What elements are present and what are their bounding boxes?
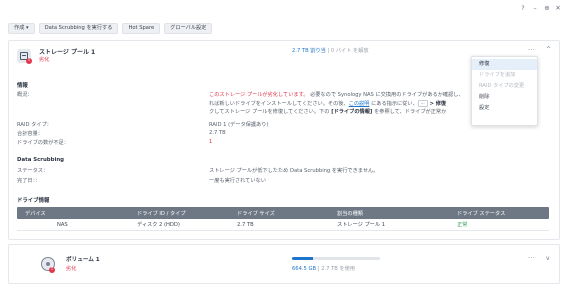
- toolbar: 作成 ▾ Data Scrubbing を実行する Hot Spare グローバ…: [8, 23, 213, 35]
- pin-icon[interactable]: ⊕: [542, 3, 552, 13]
- health-label: 概況：: [17, 92, 33, 98]
- pool-context-menu: 修復 ドライブを追加 RAID タイプの変更 削除 設定: [471, 56, 538, 126]
- drive-table: デバイス ドライブ ID / タイプ ドライブ サイズ 割当の種類 ドライブ ス…: [17, 207, 549, 231]
- drive-table-header: デバイス ドライブ ID / タイプ ドライブ サイズ 割当の種類 ドライブ ス…: [17, 207, 549, 219]
- capacity-value: 2.7 TB: [209, 130, 226, 136]
- error-badge-icon: !: [26, 58, 32, 64]
- volume-usage-used: 664.5 GB: [292, 266, 317, 272]
- hot-spare-button[interactable]: Hot Spare: [122, 23, 161, 34]
- raid-type-label: RAID タイプ：: [17, 122, 52, 128]
- info-section-title: 情報: [17, 83, 28, 89]
- menu-item-add-drive: ドライブを追加: [479, 72, 516, 78]
- volume-more-options-icon[interactable]: ···: [528, 255, 535, 262]
- help-link[interactable]: この説明: [349, 101, 370, 107]
- window-titlebar: ? – ⊕ ✕: [0, 0, 565, 16]
- missing-drives-value: 1: [209, 139, 213, 145]
- close-icon[interactable]: ✕: [553, 3, 563, 13]
- column-header-status[interactable]: ドライブ ステータス: [447, 210, 549, 217]
- table-row[interactable]: NAS ディスク 2 (HDD) 2.7 TB ストレージ プール 1 正常: [17, 219, 549, 231]
- create-button[interactable]: 作成 ▾: [8, 23, 35, 34]
- cell-drive-id: ディスク 2 (HDD): [137, 222, 180, 228]
- column-header-size[interactable]: ドライブ サイズ: [227, 210, 327, 217]
- missing-drives-label: ドライブの数が不足：: [17, 140, 69, 146]
- volume-name: ボリューム 1: [66, 257, 100, 263]
- raid-type-value: RAID 1 (データ保護あり): [209, 122, 269, 128]
- pool-usage-rest: | 0 バイト を解放: [325, 48, 369, 54]
- run-scrubbing-button[interactable]: Data Scrubbing を実行する: [38, 23, 119, 34]
- completed-label: 完了日：：: [17, 178, 41, 184]
- menu-item-repair[interactable]: 修復: [472, 59, 537, 70]
- more-icon-ref: ···: [417, 99, 428, 107]
- column-header-allocation[interactable]: 割当の種類: [327, 210, 447, 217]
- column-header-drive-id[interactable]: ドライブ ID / タイプ: [127, 210, 227, 217]
- column-header-device[interactable]: デバイス: [17, 210, 127, 217]
- volume-usage-rest: | 2.7 TB を使用: [316, 266, 355, 272]
- cell-device: NAS: [57, 221, 68, 228]
- capacity-label: 合計容量：: [17, 131, 43, 137]
- minimize-icon[interactable]: –: [530, 3, 540, 13]
- chevron-down-icon[interactable]: v: [546, 255, 550, 262]
- volume-status: 劣化: [66, 266, 77, 272]
- scrubbing-status-value: ストレージ プールが低下したため Data Scrubbing を実行できません…: [209, 168, 379, 174]
- cell-allocation: ストレージ プール 1: [337, 222, 385, 228]
- question-icon[interactable]: ?: [518, 3, 528, 13]
- more-options-icon[interactable]: ···: [528, 47, 535, 54]
- pool-name: ストレージ プール 1: [39, 49, 96, 56]
- global-settings-button[interactable]: グローバル設定: [164, 23, 213, 34]
- cell-size: 2.7 TB: [237, 221, 254, 228]
- menu-item-settings[interactable]: 設定: [472, 103, 537, 114]
- volume-usage-bar-fill: [292, 257, 314, 260]
- pool-status: 劣化: [39, 57, 50, 63]
- completed-value: 一度も実行されていない: [209, 178, 266, 184]
- chevron-up-icon[interactable]: ^: [546, 46, 551, 53]
- scrubbing-section-title: Data Scrubbing: [17, 157, 65, 163]
- storage-pool-icon: !: [17, 49, 32, 64]
- menu-item-delete[interactable]: 削除: [472, 92, 537, 103]
- pool-usage-used: 2.7 TB 割り当: [292, 48, 326, 54]
- menu-item-change-raid: RAID タイプの変更: [479, 83, 525, 89]
- cell-status: 正常: [457, 222, 468, 228]
- volume-usage: 664.5 GB | 2.7 TB を使用: [292, 265, 355, 272]
- scrubbing-status-label: ステータス：: [17, 168, 49, 174]
- pool-usage: 2.7 TB 割り当 | 0 バイト を解放: [292, 47, 369, 54]
- drive-info-section-title: ドライブ情報: [17, 198, 50, 204]
- volume-error-badge-icon: !: [49, 267, 55, 273]
- volume-panel: ! ボリューム 1 劣化 664.5 GB | 2.7 TB を使用 ··· v: [8, 244, 560, 284]
- volume-usage-bar: [292, 257, 380, 260]
